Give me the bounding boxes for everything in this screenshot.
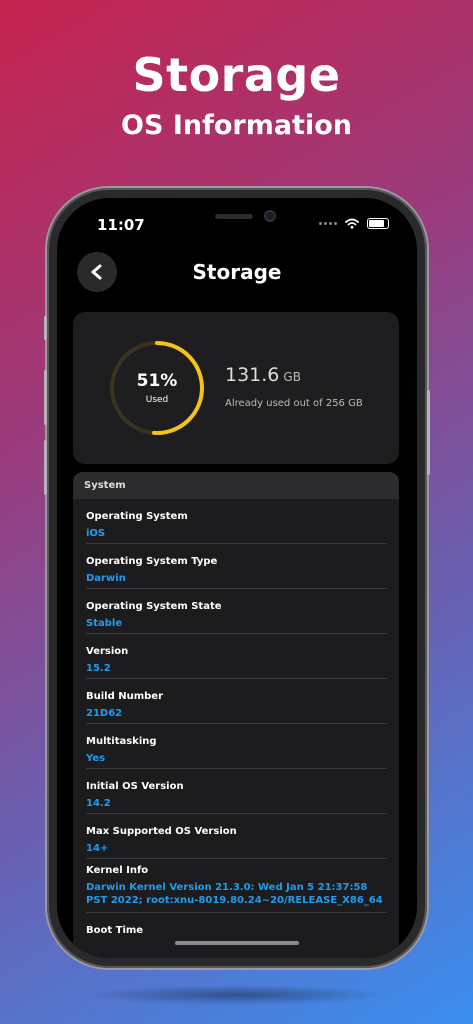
info-row-value: Darwin Kernel Version 21.3.0: Wed Jan 5 … xyxy=(86,882,383,906)
mute-switch xyxy=(44,316,47,340)
info-row-value: 21D62 xyxy=(86,708,123,719)
info-row: Initial OS Version 14.2 xyxy=(86,769,387,814)
info-row: Max Supported OS Version 14+ xyxy=(86,814,387,859)
info-row-value: 15.2 xyxy=(86,663,111,674)
info-row-label: Max Supported OS Version xyxy=(86,826,237,837)
info-row: Operating System State Stable xyxy=(86,589,387,634)
info-row-label: Operating System State xyxy=(86,601,222,612)
used-amount-value: 131.6 xyxy=(225,364,280,386)
phone-screen: 11:07 Storage 51% Used 131.6 GB Already u… xyxy=(57,198,417,958)
home-indicator[interactable] xyxy=(175,941,299,945)
status-icons xyxy=(319,218,389,229)
info-row: Operating System Type Darwin xyxy=(86,544,387,589)
info-row: Kernel Info Darwin Kernel Version 21.3.0:… xyxy=(86,859,387,913)
info-row-label: Kernel Info xyxy=(86,865,149,876)
info-row-value: 14.2 xyxy=(86,798,111,809)
volume-up-button xyxy=(44,370,47,425)
info-row-value: Stable xyxy=(86,618,123,629)
page-title: Storage xyxy=(192,260,282,284)
phone-shadow xyxy=(85,985,390,1005)
battery-icon xyxy=(367,218,389,229)
notch xyxy=(152,198,322,232)
section-header: System xyxy=(73,472,399,499)
info-row-label: Initial OS Version xyxy=(86,781,184,792)
used-percent: 51% xyxy=(136,371,178,391)
system-info-card: System Operating System iOS Operating Syst… xyxy=(73,472,399,958)
volume-down-button xyxy=(44,440,47,495)
info-row: Version 15.2 xyxy=(86,634,387,679)
wifi-icon xyxy=(345,218,359,229)
power-button xyxy=(427,390,430,475)
info-row-label: Boot Time xyxy=(86,925,144,936)
signal-dots-icon xyxy=(319,222,337,225)
info-row-value: 14+ xyxy=(86,843,109,854)
info-row-value: iOS xyxy=(86,528,106,539)
storage-summary-card: 51% Used 131.6 GB Already used out of 256… xyxy=(73,312,399,464)
info-row-label: Version xyxy=(86,646,129,657)
promo-subtitle: OS Information xyxy=(121,110,352,141)
used-caption: Used xyxy=(145,395,169,405)
info-row-value: Darwin xyxy=(86,573,126,584)
info-row-label: Operating System xyxy=(86,511,188,522)
info-row: Operating System iOS xyxy=(86,499,387,544)
info-row-label: Operating System Type xyxy=(86,556,218,567)
front-camera-icon xyxy=(264,210,276,222)
info-row: Boot Time xyxy=(86,913,387,958)
status-time: 11:07 xyxy=(97,216,145,234)
info-row: Build Number 21D62 xyxy=(86,679,387,724)
info-row-label: Build Number xyxy=(86,691,164,702)
info-row-label: Multitasking xyxy=(86,736,157,747)
used-amount: 131.6 GB xyxy=(225,364,301,386)
storage-description: Already used out of 256 GB xyxy=(225,398,363,409)
info-row: Multitasking Yes xyxy=(86,724,387,769)
speaker-grille xyxy=(215,214,253,219)
used-amount-unit: GB xyxy=(283,370,301,384)
info-row-value: Yes xyxy=(86,753,106,764)
ring-label: 51% Used xyxy=(107,338,207,438)
promo-title: Storage xyxy=(132,48,341,102)
